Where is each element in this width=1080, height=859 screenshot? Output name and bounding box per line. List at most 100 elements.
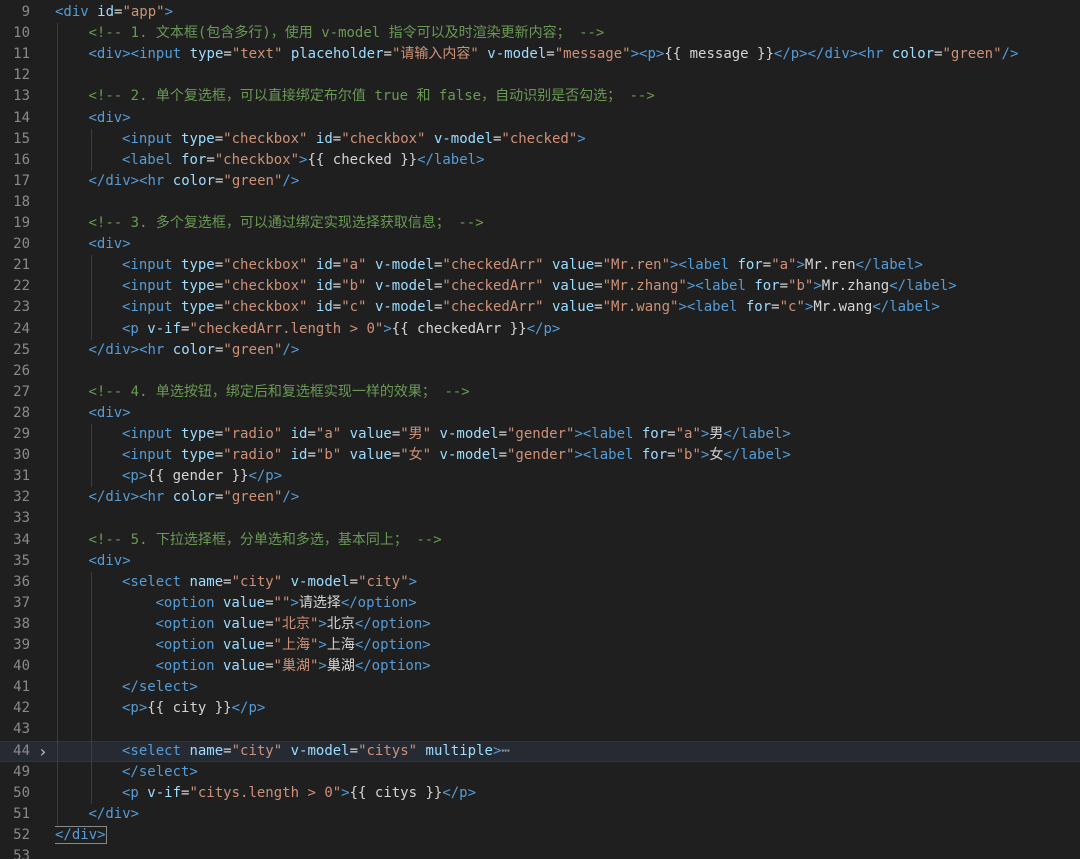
code-line[interactable]: 12 [0,65,1080,86]
code-line[interactable]: 38 <option value="北京">北京</option> [0,614,1080,635]
code-token: {{ citys }} [349,784,443,801]
code-line[interactable]: 37 <option value="">请选择</option> [0,593,1080,614]
line-number: 18 [13,193,30,210]
code-token: <div> [88,236,131,253]
code-token: </option> [340,594,417,611]
code-line[interactable]: 41 </select> [0,677,1080,698]
code-token: "city" [358,573,409,590]
code-line[interactable]: 50 <p v-if="citys.length > 0">{{ citys }}… [0,783,1080,804]
code-token: > [290,594,299,611]
code-line[interactable]: 53 [0,846,1080,859]
code-line[interactable]: 10 <!-- 1. 文本框(包含多行)，使用 v-model 指令可以及时渲染更… [0,23,1080,44]
indent-guide [57,23,58,825]
code-line[interactable]: 31 <p>{{ gender }}</p> [0,466,1080,487]
code-line[interactable]: 44 › <select name="city" v-model="citys" m… [0,740,1080,762]
code-token: = [214,257,224,274]
code-line[interactable]: 39 <option value="上海">上海</option> [0,635,1080,656]
code-line[interactable]: 13 <!-- 2. 单个复选框，可以直接绑定布尔值 true 和 false，自… [0,86,1080,107]
code-token: type [181,278,215,295]
code-line[interactable]: 34 <!-- 5. 下拉选择框，分单选和多选，基本同上； --> [0,530,1080,551]
code-line[interactable]: 36 <select name="city" v-model="city"> [0,572,1080,593]
code-token: <select [122,742,190,759]
code-line[interactable]: 15 <input type="checkbox" id="checkbox" v… [0,129,1080,150]
code-token: "checkedArr" [442,299,544,316]
code-token: = [307,426,316,442]
code-line[interactable]: 17 </div><hr color="green"/> [0,171,1080,192]
code-line[interactable]: 29 <input type="radio" id="a" value="男" v… [0,424,1080,445]
code-token: "a" [315,426,342,442]
code-token: = [223,742,232,759]
code-line[interactable]: 42 <p>{{ city }}</p> [0,698,1080,719]
code-line[interactable]: 32 </div><hr color="green"/> [0,487,1080,508]
indent-guide [90,424,92,488]
code-token: = [779,278,789,295]
code-token: v-model [433,130,493,147]
code-line[interactable]: 52 </div> [0,825,1080,846]
code-token: {{ city }} [147,700,232,717]
code-token: <div [55,4,98,20]
code-token: > [318,615,327,632]
code-line[interactable]: 14 <div> [0,108,1080,129]
code-token: {{ message }} [664,46,774,63]
code-token: > [318,637,327,653]
code-token: ><p> [630,46,665,63]
code-line[interactable]: 27 <!-- 4. 单选按钮，绑定后和复选框实现一样的效果； --> [0,382,1080,403]
line-number: 20 [13,236,30,253]
code-token: /> [282,489,300,506]
code-token: color [172,341,215,358]
code-line[interactable]: 9 <div id="app"> [0,2,1080,23]
code-token: <div> [88,109,131,126]
code-token: 北京 [326,615,355,632]
code-line[interactable]: 16 <label for="checkbox">{{ checked }}</l… [0,150,1080,171]
indent-guide [90,128,92,171]
code-line[interactable]: 20 <div> [0,234,1080,255]
code-line[interactable]: 24 <p v-if="checkedArr.length > 0">{{ che… [0,319,1080,340]
code-token: = [223,46,232,63]
code-token: </p></div><hr [773,46,892,63]
code-editor[interactable]: 9 <div id="app"> 10 <!-- 1. 文本框(包含多行)，使用 v-… [0,0,1080,859]
code-line[interactable]: 19 <!-- 3. 多个复选框，可以通过绑定实现选择获取信息； --> [0,213,1080,234]
code-token: for [641,426,668,442]
code-line[interactable]: 51 </div> [0,804,1080,825]
code-line[interactable]: 43 [0,719,1080,740]
code-token: = [332,257,342,274]
code-token: ><label [670,257,738,274]
code-line[interactable]: 23 <input type="checkbox" id="c" v-model=… [0,297,1080,318]
code-token: "green" [942,46,1002,63]
code-line[interactable]: 21 <input type="checkbox" id="a" v-model=… [0,255,1080,276]
code-line[interactable]: 28 <div> [0,403,1080,424]
code-line[interactable]: 30 <input type="radio" id="b" value="女" v… [0,445,1080,466]
code-line[interactable]: 49 </select> [0,762,1080,783]
code-token: <option [155,658,223,675]
fold-ellipsis[interactable]: ⋯ [501,743,509,759]
code-line[interactable]: 22 <input type="checkbox" id="b" v-model=… [0,276,1080,297]
code-token: = [332,299,342,316]
code-line[interactable]: 25 </div><hr color="green"/> [0,340,1080,361]
code-token: value [349,447,392,464]
code-token: Mr.ren [804,257,856,274]
code-line[interactable]: 40 <option value="巢湖">巢湖</option> [0,656,1080,677]
code-token: <p> [122,468,148,485]
code-token: "city" [231,573,283,590]
code-line[interactable]: 33 [0,508,1080,529]
chevron-right-icon[interactable]: › [38,742,50,761]
code-token: type [181,426,215,442]
code-token: > [341,784,350,801]
code-line[interactable]: 35 <div> [0,551,1080,572]
code-token: "男" [400,426,432,442]
line-number: 38 [13,615,30,632]
code-line[interactable]: 26 [0,361,1080,382]
code-token: <label [122,151,182,168]
code-token: v-model [439,426,499,442]
code-comment: <!-- 4. 单选按钮，绑定后和复选框实现一样的效果； --> [88,383,470,400]
code-token: "c" [341,299,367,316]
code-line[interactable]: 18 [0,192,1080,213]
code-line[interactable]: 11 <div><input type="text" placeholder="请… [0,44,1080,65]
line-number: 53 [13,848,30,859]
